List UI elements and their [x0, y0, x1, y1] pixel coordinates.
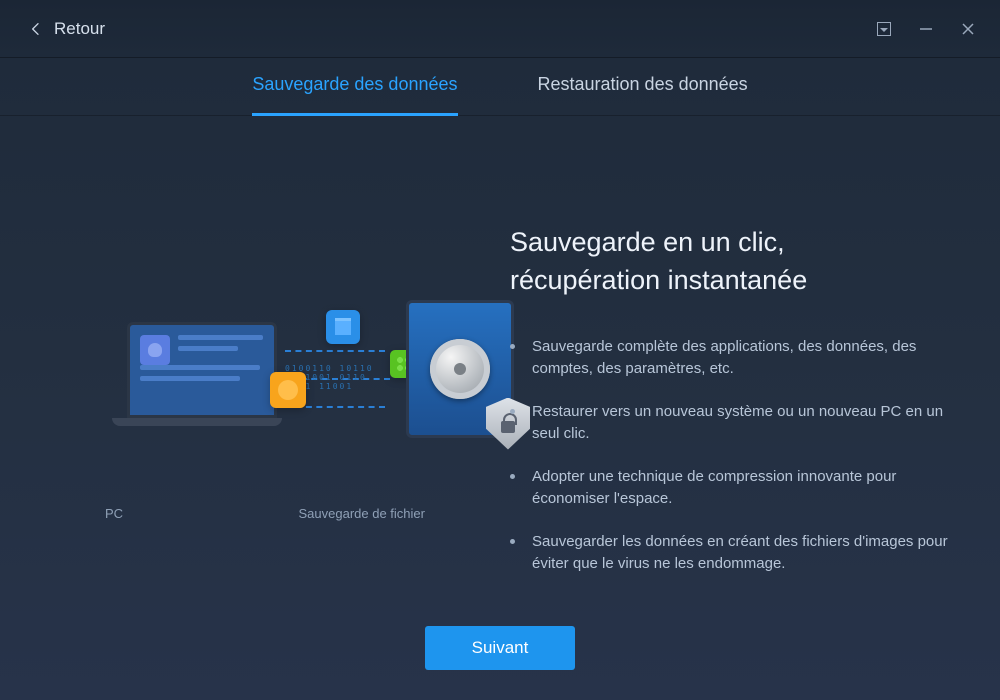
illustration-labels: PC Sauvegarde de fichier [85, 506, 445, 521]
footer: Suivant [0, 626, 1000, 670]
tabs: Sauvegarde des données Restauration des … [0, 58, 1000, 116]
gear-icon [270, 372, 306, 408]
pc-label: PC [105, 506, 123, 521]
feature-item: Sauvegarder les données en créant des fi… [510, 531, 950, 576]
laptop-icon [122, 322, 282, 432]
back-label: Retour [54, 19, 105, 39]
arrow-left-icon [28, 21, 44, 37]
text-panel: Sauvegarde en un clic, récupération inst… [510, 176, 950, 596]
content: 0100110 101101101001 01100101 11001 PC S… [0, 116, 1000, 626]
feature-list: Sauvegarde complète des applications, de… [510, 336, 950, 576]
titlebar: Retour [0, 0, 1000, 58]
illustration-panel: 0100110 101101101001 01100101 11001 PC S… [50, 176, 480, 596]
tab-restore[interactable]: Restauration des données [538, 74, 748, 99]
headline: Sauvegarde en un clic, récupération inst… [510, 224, 950, 300]
document-icon [326, 310, 360, 344]
next-button[interactable]: Suivant [425, 626, 575, 670]
feature-item: Adopter une technique de compression inn… [510, 466, 950, 511]
backup-illustration: 0100110 101101101001 01100101 11001 [50, 292, 480, 492]
dropdown-icon[interactable] [876, 21, 892, 37]
close-button[interactable] [960, 21, 976, 37]
back-button[interactable]: Retour [28, 19, 105, 39]
feature-item: Restaurer vers un nouveau système ou un … [510, 401, 950, 446]
tab-backup[interactable]: Sauvegarde des données [252, 74, 457, 99]
window-controls [876, 21, 976, 37]
minimize-button[interactable] [918, 21, 934, 37]
feature-item: Sauvegarde complète des applications, de… [510, 336, 950, 381]
file-backup-label: Sauvegarde de fichier [299, 506, 425, 521]
